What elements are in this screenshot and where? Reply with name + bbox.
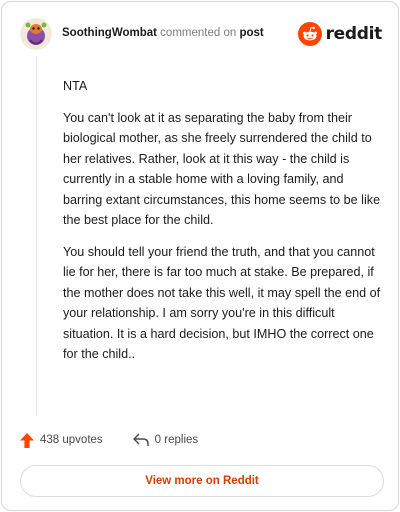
comment-actions: 438 upvotes 0 replies — [20, 430, 228, 450]
comment-header: SoothingWombat commented on post reddit — [20, 18, 384, 52]
thread-line — [36, 56, 37, 416]
comment-body: NTA You can't look at it as separating t… — [63, 76, 383, 376]
comment-paragraph: NTA — [63, 79, 88, 93]
reddit-wordmark: reddit — [325, 24, 383, 44]
view-more-button[interactable]: View more on Reddit — [20, 465, 384, 497]
upvote-button[interactable]: 438 upvotes — [20, 432, 103, 448]
embedded-comment-card: SoothingWombat commented on post reddit … — [1, 1, 399, 511]
reddit-logo[interactable]: reddit — [297, 20, 383, 48]
username-link[interactable]: SoothingWombat — [62, 27, 157, 39]
upvote-count: 438 upvotes — [40, 434, 103, 446]
post-link[interactable]: post — [239, 27, 263, 39]
user-avatar[interactable] — [20, 18, 52, 50]
reply-icon — [132, 433, 149, 446]
upvote-arrow-icon — [20, 432, 34, 448]
reply-count: 0 replies — [154, 434, 199, 446]
comment-paragraph: You should tell your friend the truth, a… — [63, 244, 381, 362]
reply-button[interactable]: 0 replies — [132, 433, 199, 447]
comment-paragraph: You can't look at it as separating the b… — [63, 110, 381, 228]
comment-byline: SoothingWombat commented on post — [62, 27, 264, 39]
commented-on-text: commented on — [160, 27, 237, 39]
reddit-snoo-icon — [297, 22, 322, 46]
